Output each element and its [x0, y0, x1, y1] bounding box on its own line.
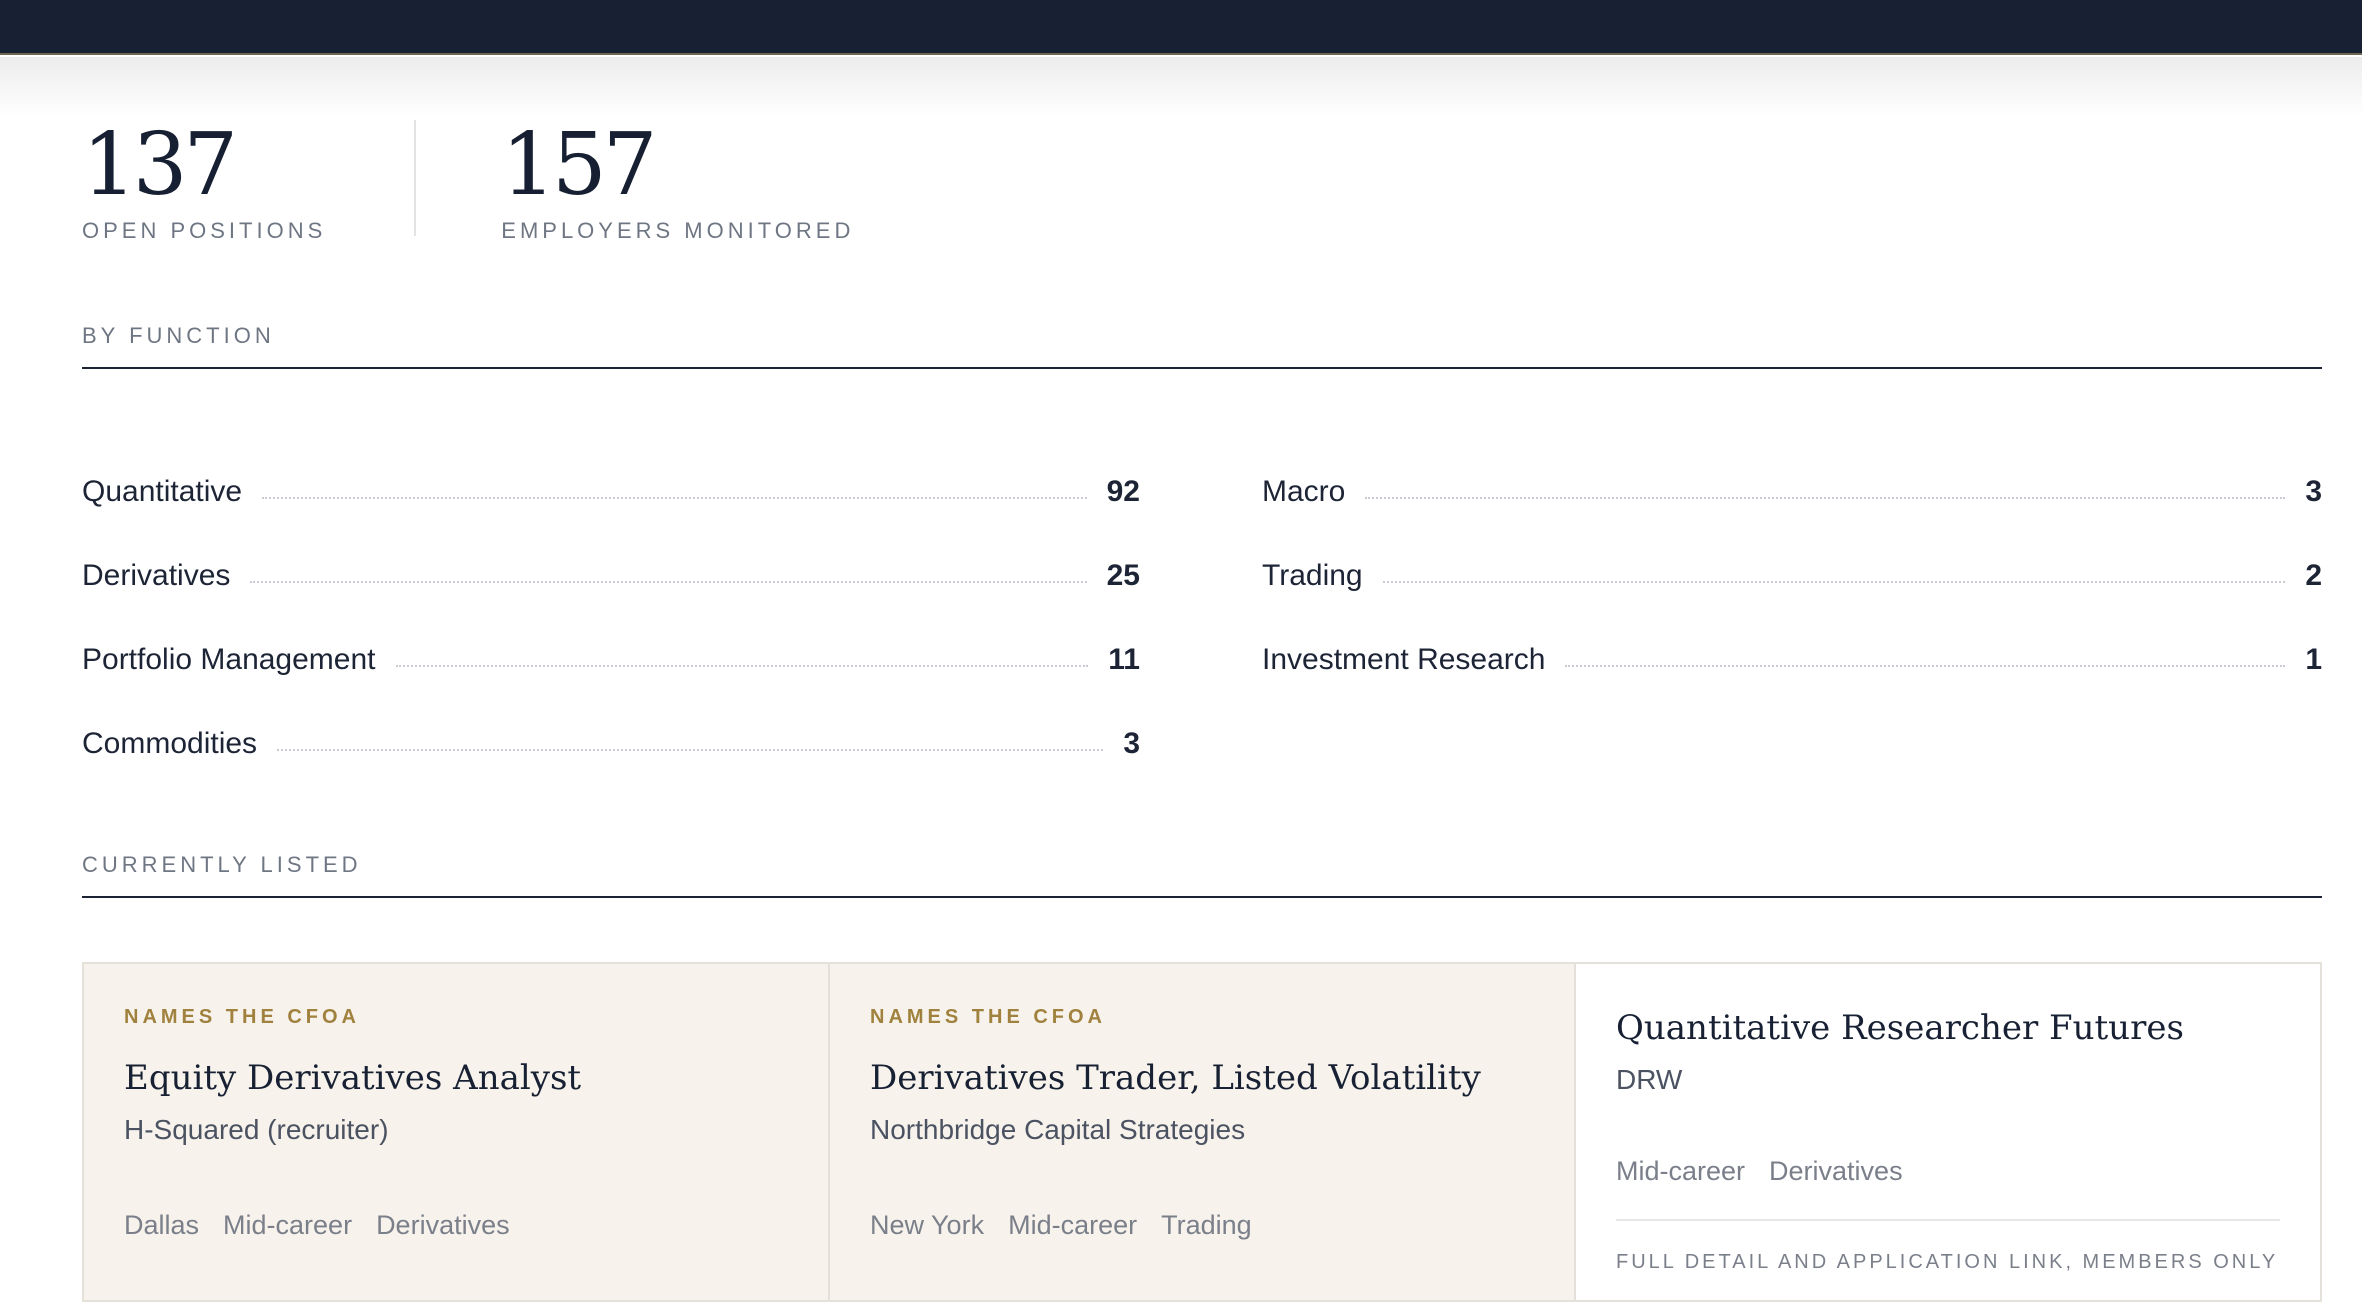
by-function-heading: BY FUNCTION — [82, 323, 2322, 369]
job-title[interactable]: Derivatives Trader, Listed Volatility — [870, 1056, 1534, 1100]
function-item-quantitative[interactable]: Quantitative 92 — [82, 450, 1140, 534]
function-name: Trading — [1262, 559, 1363, 592]
job-function: Derivatives — [1769, 1156, 1903, 1186]
top-navigation-bar — [0, 0, 2362, 55]
dotted-leader — [1365, 497, 2286, 499]
job-level: Mid-career — [1616, 1156, 1746, 1186]
stat-open-positions: 137 OPEN POSITIONS — [82, 120, 326, 244]
job-listing-cards: NAMES THE CFOA Equity Derivatives Analys… — [82, 962, 2322, 1302]
function-name: Macro — [1262, 475, 1346, 508]
function-name: Derivatives — [82, 559, 231, 592]
function-count: 1 — [2305, 643, 2322, 676]
job-company: DRW — [1616, 1064, 1683, 1095]
job-level: Mid-career — [1008, 1210, 1138, 1240]
header-shadow — [0, 57, 2362, 117]
job-location: New York — [870, 1210, 985, 1240]
job-function: Derivatives — [376, 1210, 510, 1240]
function-item-trading[interactable]: Trading 2 — [1262, 534, 2322, 618]
function-count: 92 — [1106, 475, 1140, 508]
currently-listed-heading: CURRENTLY LISTED — [82, 852, 2322, 898]
job-card[interactable]: NAMES THE CFOA Equity Derivatives Analys… — [84, 964, 830, 1300]
cfoa-tag: NAMES THE CFOA — [870, 1006, 1106, 1028]
dotted-leader — [250, 581, 1087, 583]
job-function: Trading — [1161, 1210, 1252, 1240]
dotted-leader — [1565, 665, 2286, 667]
employers-label: EMPLOYERS MONITORED — [501, 218, 855, 243]
open-positions-count: 137 — [82, 115, 238, 215]
function-count: 3 — [2305, 475, 2322, 508]
job-meta: New York Mid-career Trading — [870, 1210, 1534, 1241]
job-title[interactable]: Equity Derivatives Analyst — [124, 1056, 788, 1100]
function-count: 25 — [1106, 559, 1140, 592]
members-only-note[interactable]: FULL DETAIL AND APPLICATION LINK, MEMBER… — [1616, 1251, 2280, 1274]
dotted-leader — [395, 665, 1089, 667]
job-card[interactable]: NAMES THE CFOA Derivatives Trader, Liste… — [830, 964, 1576, 1300]
job-meta: Mid-career Derivatives — [1616, 1156, 2280, 1187]
dotted-leader — [262, 497, 1087, 499]
job-company: H-Squared (recruiter) — [124, 1114, 389, 1145]
function-name: Quantitative — [82, 475, 243, 508]
job-meta: Dallas Mid-career Derivatives — [124, 1210, 788, 1241]
job-company: Northbridge Capital Strategies — [870, 1114, 1246, 1145]
stat-divider — [414, 120, 417, 236]
function-name: Investment Research — [1262, 643, 1546, 676]
stat-employers: 157 EMPLOYERS MONITORED — [501, 120, 854, 244]
function-count: 2 — [2305, 559, 2322, 592]
function-item-investment-research[interactable]: Investment Research 1 — [1262, 618, 2322, 702]
function-name: Commodities — [82, 727, 258, 760]
function-item-commodities[interactable]: Commodities 3 — [82, 702, 1140, 786]
card-divider — [1616, 1219, 2280, 1221]
function-item-portfolio-management[interactable]: Portfolio Management 11 — [82, 618, 1140, 702]
employers-count: 157 — [501, 115, 657, 215]
function-count: 11 — [1108, 643, 1140, 676]
job-location: Dallas — [124, 1210, 200, 1240]
function-item-derivatives[interactable]: Derivatives 25 — [82, 534, 1140, 618]
job-card[interactable]: Quantitative Researcher Futures DRW Mid-… — [1576, 964, 2320, 1300]
open-positions-label: OPEN POSITIONS — [82, 218, 327, 243]
dotted-leader — [1382, 581, 2286, 583]
job-title[interactable]: Quantitative Researcher Futures — [1616, 1006, 2280, 1050]
cfoa-tag: NAMES THE CFOA — [124, 1006, 360, 1028]
function-count: 3 — [1123, 727, 1140, 760]
function-item-macro[interactable]: Macro 3 — [1262, 450, 2322, 534]
function-list-left: Quantitative 92 Derivatives 25 Portfolio… — [82, 450, 1140, 786]
dotted-leader — [277, 749, 1104, 751]
function-name: Portfolio Management — [82, 643, 376, 676]
function-list-right: Macro 3 Trading 2 Investment Research 1 — [1262, 450, 2322, 702]
stats-summary: 137 OPEN POSITIONS 157 EMPLOYERS MONITOR… — [82, 120, 854, 243]
job-level: Mid-career — [223, 1210, 353, 1240]
